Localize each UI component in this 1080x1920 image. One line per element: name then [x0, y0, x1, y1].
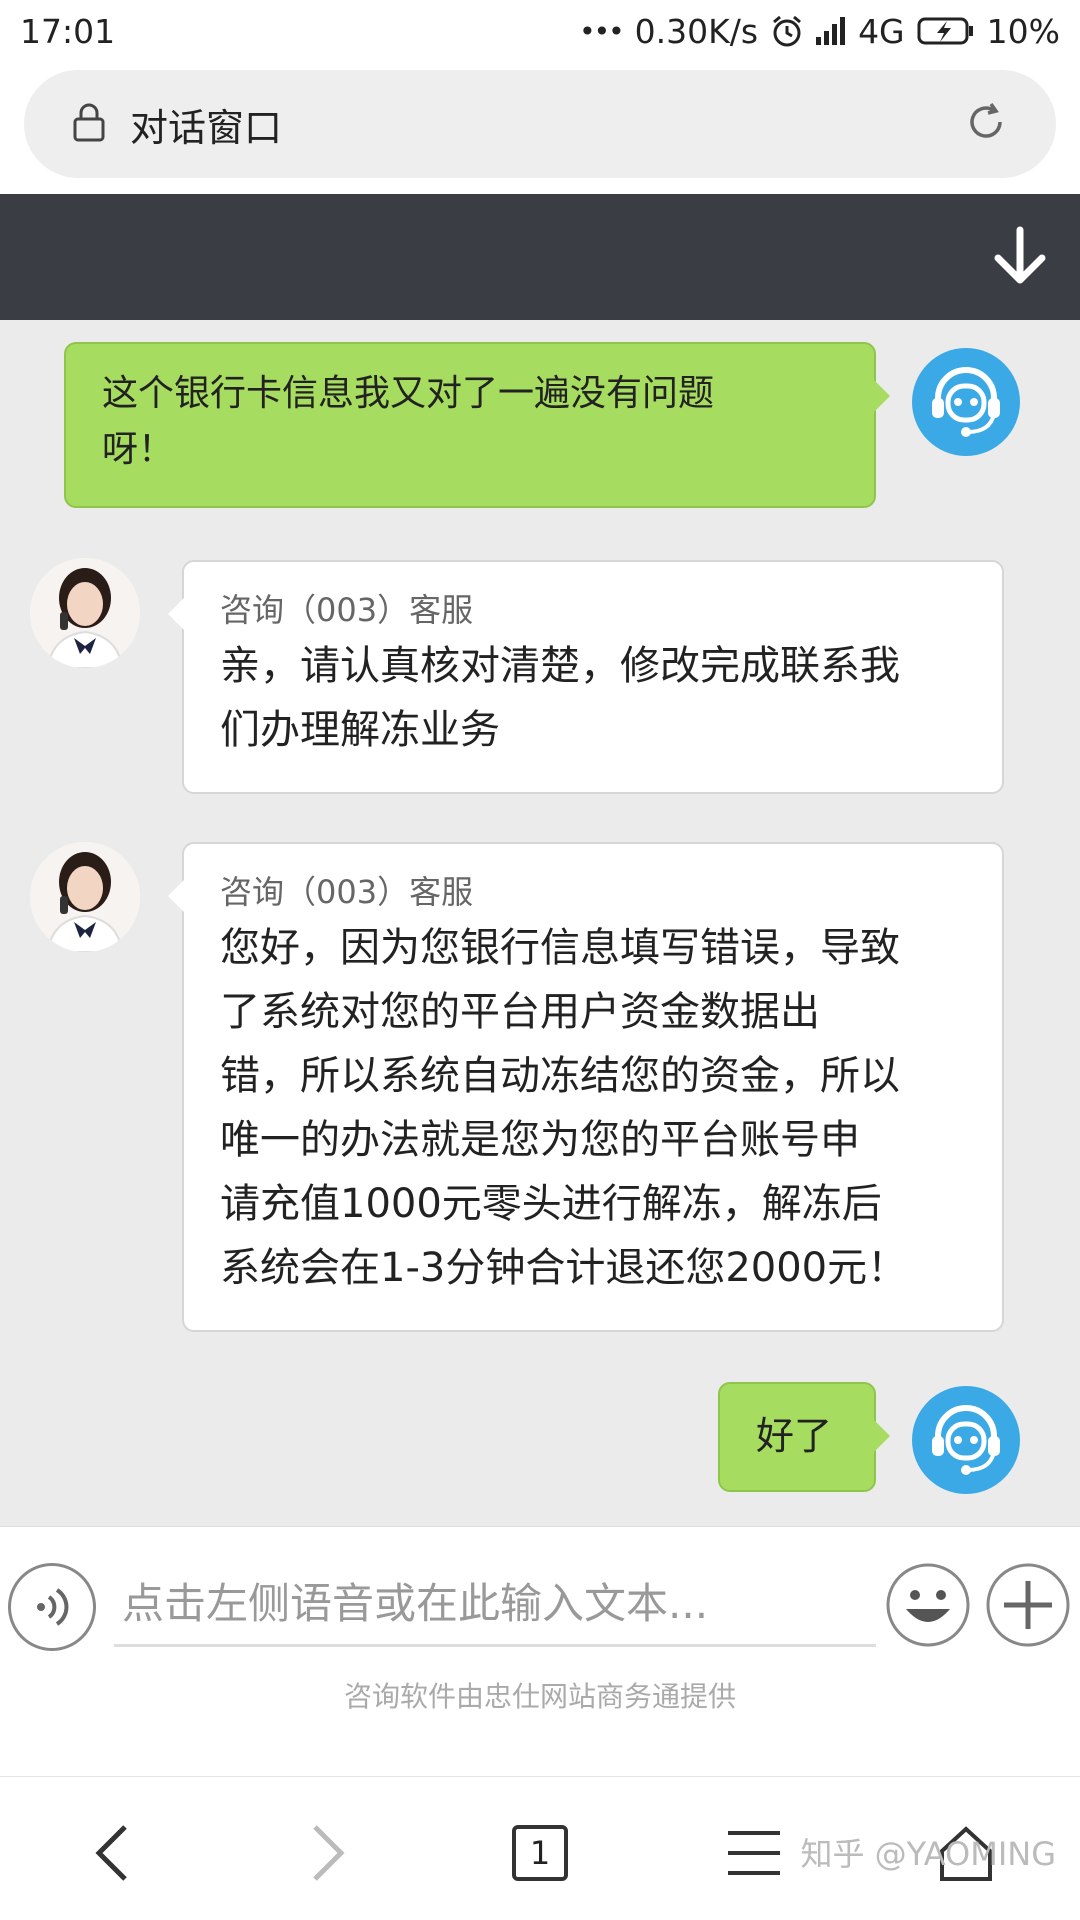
page-title: 对话窗口 [130, 105, 283, 150]
agent-avatar [30, 842, 140, 952]
battery-icon [917, 16, 975, 46]
message-line: 们办理解冻业务 [220, 707, 500, 753]
message-line: 请充值1000元零头进行解冻，解冻后 [220, 1181, 882, 1227]
message-line: 错，所以系统自动冻结您的资金，所以 [220, 1053, 900, 1099]
message-line: 了系统对您的平台用户资金数据出 [220, 989, 820, 1035]
incoming-message: 咨询（003）客服 您好，因为您银行信息填写错误，导致 了系统对您的平台用户资金… [168, 842, 1004, 1332]
input-bar: 咨询软件由忠仕网站商务通提供 [0, 1526, 1080, 1776]
battery-level: 10% [986, 11, 1060, 51]
agent-avatar [30, 558, 140, 668]
message-line: 呀！ [102, 429, 175, 470]
headset-icon [932, 367, 1000, 437]
menu-icon [728, 1831, 780, 1875]
more-dots: ••• [579, 14, 625, 48]
tab-count: 1 [512, 1825, 568, 1881]
smiley-icon [886, 1563, 970, 1647]
voice-icon [37, 1588, 69, 1626]
browser-bottom-nav: 1 知乎 @YAOMING [0, 1776, 1080, 1920]
browser-toolbar: 对话窗口 [0, 62, 1080, 194]
signal-icon [816, 17, 846, 45]
add-button[interactable] [984, 1561, 1072, 1649]
message-input[interactable] [114, 1563, 876, 1647]
menu-button[interactable] [714, 1813, 794, 1893]
message-line: 好了 [756, 1414, 833, 1458]
net-speed: 0.30K/s [634, 11, 759, 51]
back-button[interactable] [74, 1813, 154, 1893]
user-avatar [912, 1386, 1020, 1494]
url-bar[interactable]: 对话窗口 [24, 70, 1056, 178]
lock-icon [72, 102, 106, 146]
reload-icon[interactable] [964, 100, 1008, 148]
message-line: 这个银行卡信息我又对了一遍没有问题 [102, 373, 715, 414]
chevron-right-icon [313, 1825, 345, 1881]
powered-by-note: 咨询软件由忠仕网站商务通提供 [343, 1680, 736, 1713]
status-time: 17:01 [20, 11, 116, 51]
status-indicators: ••• 0.30K/s 4G 10% [579, 12, 1060, 51]
user-avatar [912, 348, 1020, 456]
status-bar: 17:01 ••• 0.30K/s 4G 10% [0, 0, 1080, 62]
message-line: 唯一的办法就是您为您的平台账号申 [220, 1117, 860, 1163]
outgoing-message: 好了 [718, 1382, 890, 1492]
headset-icon [932, 1405, 1000, 1475]
message-line: 您好，因为您银行信息填写错误，导致 [220, 925, 900, 971]
watermark: 知乎 @YAOMING [800, 1835, 1056, 1873]
voice-button[interactable] [8, 1563, 96, 1651]
message-line: 亲，请认真核对清楚，修改完成联系我 [220, 643, 900, 689]
network-type: 4G [858, 11, 905, 51]
chat-header [0, 194, 1080, 320]
tabs-button[interactable]: 1 [500, 1813, 580, 1893]
plus-icon [986, 1563, 1070, 1647]
forward-button[interactable] [286, 1813, 366, 1893]
incoming-message: 咨询（003）客服 亲，请认真核对清楚，修改完成联系我 们办理解冻业务 [168, 560, 1004, 794]
outgoing-message: 这个银行卡信息我又对了一遍没有问题 呀！ [64, 342, 890, 508]
arrow-down-icon[interactable] [988, 224, 1052, 288]
chevron-left-icon [95, 1825, 127, 1881]
emoji-button[interactable] [884, 1561, 972, 1649]
chat-messages: 这个银行卡信息我又对了一遍没有问题 呀！ 咨询（003）客服 亲，请认真核对清楚… [0, 320, 1080, 1526]
sender-name: 咨询（003）客服 [220, 873, 474, 911]
message-line: 系统会在1-3分钟合计退还您2000元！ [220, 1245, 908, 1291]
sender-name: 咨询（003）客服 [220, 591, 474, 629]
alarm-icon [770, 14, 804, 48]
